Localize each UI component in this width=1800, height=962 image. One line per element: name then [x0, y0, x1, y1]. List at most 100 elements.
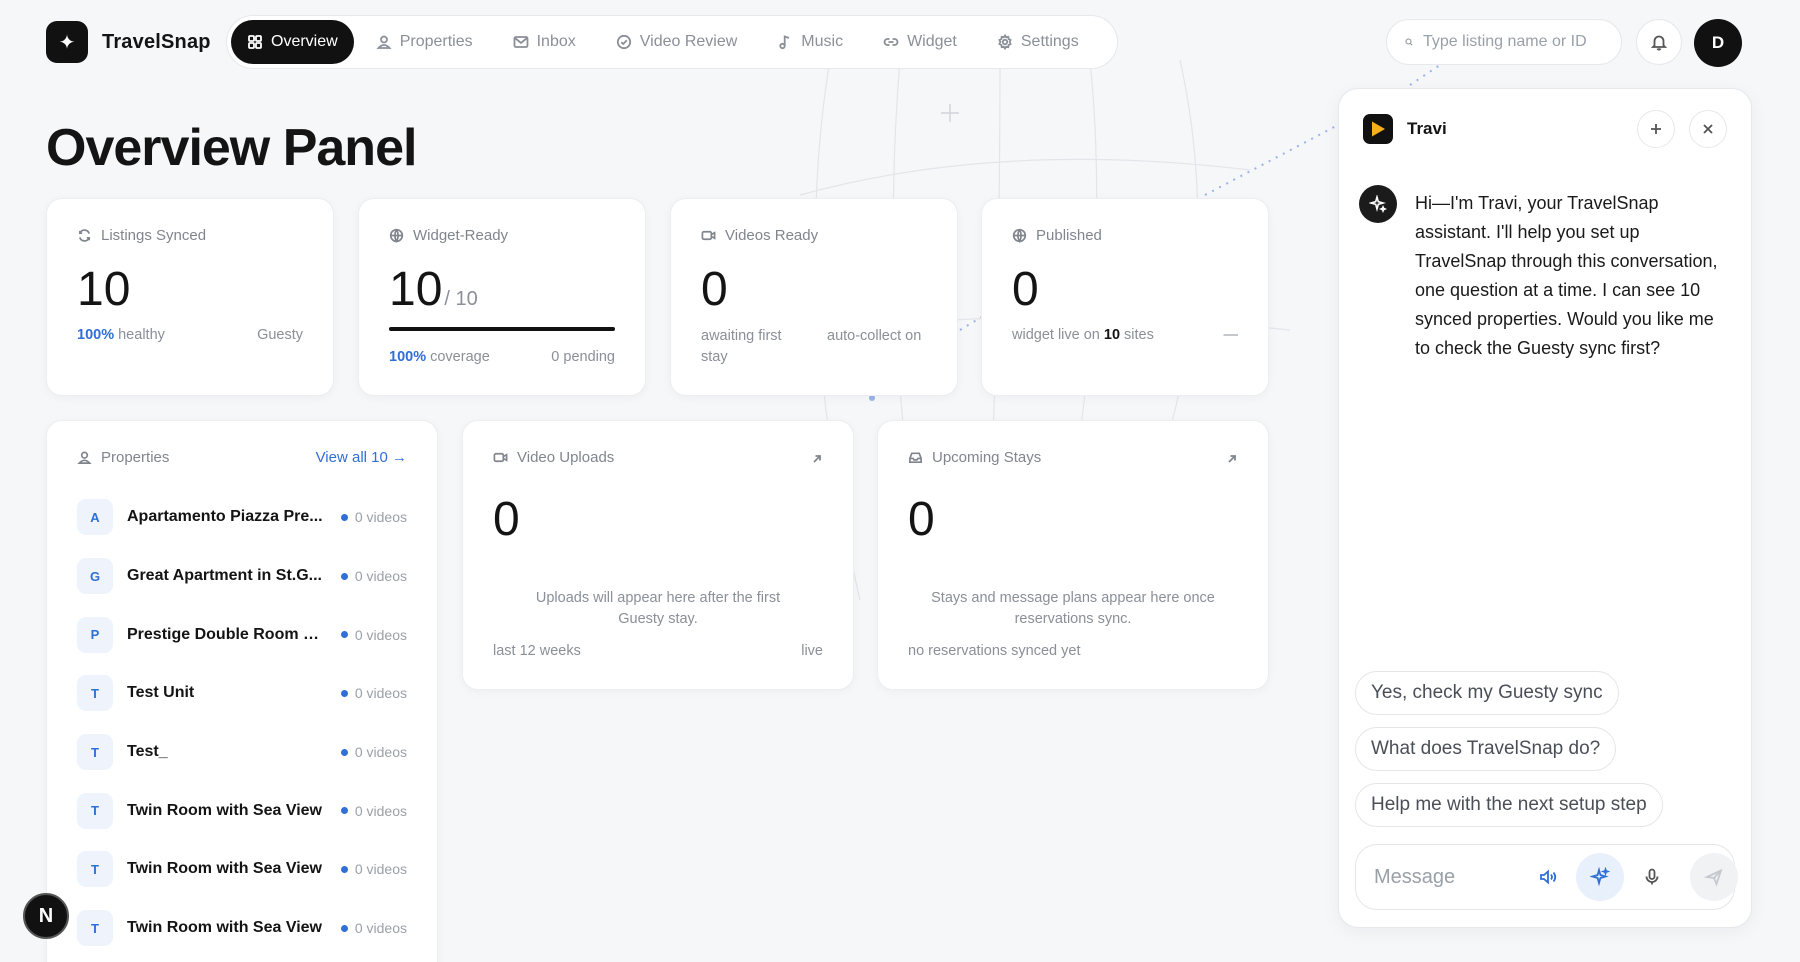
- status-dot: [340, 924, 348, 932]
- property-list: A Apartamento Piazza Pre... 0 videos G Great…: [77, 488, 407, 958]
- property-initial: T: [77, 675, 113, 712]
- new-chat-button[interactable]: [1637, 110, 1675, 148]
- tab-label: Properties: [399, 33, 473, 50]
- health-percent: 100%: [77, 326, 115, 343]
- status-dot: [340, 689, 348, 697]
- page-title: Overview Panel: [46, 119, 417, 177]
- microphone-button[interactable]: [1628, 853, 1676, 901]
- upcoming-stays-card: Upcoming Stays 0 Stays and message plans…: [877, 420, 1269, 690]
- notifications-button[interactable]: [1636, 19, 1682, 65]
- gear-icon: [998, 34, 1012, 50]
- status-dot: [340, 865, 348, 873]
- avatar[interactable]: D: [1694, 19, 1742, 67]
- sync-source: Guesty: [257, 326, 303, 343]
- auto-collect-status: auto-collect on: [827, 328, 922, 345]
- grid-icon: [248, 35, 262, 49]
- time-range: last 12 weeks: [493, 643, 581, 659]
- stat-footer: awaiting first stay auto-collect on: [701, 326, 927, 367]
- close-chat-button[interactable]: [1689, 110, 1727, 148]
- microphone-icon: [1645, 868, 1659, 885]
- arrow-up-right-icon[interactable]: [811, 453, 823, 465]
- video-count: 0 videos: [340, 861, 407, 877]
- widget-ready-count: 10/ 10: [389, 263, 478, 316]
- message-composer: [1355, 844, 1738, 910]
- property-row[interactable]: G Great Apartment in St.G... 0 videos: [77, 547, 407, 606]
- chat-header: Travi: [1363, 107, 1727, 151]
- bell-icon: [1650, 35, 1668, 51]
- corner-badge[interactable]: N: [23, 893, 69, 939]
- card-label: Widget-Ready: [389, 227, 615, 244]
- stat-footer: 100% healthy Guesty: [77, 325, 303, 345]
- live-status: live: [801, 643, 823, 659]
- property-initial: T: [77, 851, 113, 888]
- videos-ready-count: 0: [701, 263, 728, 316]
- property-row[interactable]: T Twin Room with Sea View 0 videos: [77, 899, 407, 958]
- search-input[interactable]: [1423, 33, 1603, 51]
- speaker-button[interactable]: [1524, 853, 1572, 901]
- play-logo-icon: [1363, 114, 1393, 144]
- property-initial: T: [77, 792, 113, 829]
- coverage-percent: 100%: [389, 348, 427, 365]
- status-dot: [340, 631, 348, 639]
- tab-widget[interactable]: Widget: [865, 20, 975, 64]
- view-all-link[interactable]: View all 10 →: [316, 449, 407, 466]
- send-button[interactable]: [1690, 853, 1738, 901]
- brand-name: TravelSnap: [102, 30, 211, 53]
- chat-actions: [1637, 110, 1727, 148]
- property-row[interactable]: T Test_ 0 videos: [77, 723, 407, 782]
- card-header: Properties View all 10 →: [77, 449, 407, 466]
- card-footer: no reservations synced yet: [908, 643, 1238, 659]
- main-nav: Overview Properties Inbox Video Review M…: [226, 15, 1118, 69]
- tab-properties[interactable]: Properties: [358, 20, 491, 64]
- property-initial: G: [77, 558, 113, 595]
- property-row[interactable]: A Apartamento Piazza Pre... 0 videos: [77, 488, 407, 547]
- sparkle-icon: [1359, 185, 1397, 223]
- stat-footer: 100% coverage 0 pending: [389, 347, 615, 367]
- user-icon: [77, 451, 92, 464]
- card-label: Properties: [77, 449, 169, 466]
- tab-overview[interactable]: Overview: [231, 20, 354, 64]
- arrow-up-right-icon[interactable]: [1226, 453, 1238, 465]
- card-label: Videos Ready: [701, 227, 927, 244]
- globe-icon: [389, 228, 404, 243]
- sparkle-icon: ✦: [46, 21, 88, 63]
- property-row[interactable]: T Twin Room with Sea View 0 videos: [77, 840, 407, 899]
- stays-count: 0: [908, 493, 935, 546]
- card-label: Upcoming Stays: [908, 449, 1238, 466]
- property-row[interactable]: T Test Unit 0 videos: [77, 664, 407, 723]
- video-count: 0 videos: [340, 803, 407, 819]
- search-icon: [1405, 38, 1413, 46]
- user-icon: [376, 35, 392, 49]
- tab-video-review[interactable]: Video Review: [598, 20, 756, 64]
- stat-footer: widget live on 10 sites —: [1012, 325, 1238, 345]
- property-row[interactable]: P Prestige Double Room w... 0 videos: [77, 605, 407, 664]
- property-row[interactable]: T Twin Room with Sea View 0 videos: [77, 781, 407, 840]
- reservations-status: no reservations synced yet: [908, 643, 1081, 659]
- globe-icon: [1012, 228, 1027, 243]
- brand[interactable]: ✦ TravelSnap: [46, 21, 211, 63]
- video-camera-icon: [701, 230, 716, 241]
- tab-music[interactable]: Music: [759, 20, 861, 64]
- video-count: 0 videos: [340, 744, 407, 760]
- tab-label: Inbox: [536, 33, 576, 50]
- tab-settings[interactable]: Settings: [979, 20, 1097, 64]
- message-input[interactable]: [1374, 865, 1524, 889]
- status-dot: [340, 807, 348, 815]
- video-count: 0 videos: [340, 568, 407, 584]
- tab-label: Overview: [271, 33, 338, 50]
- dash: —: [1223, 326, 1239, 343]
- property-name: Twin Room with Sea View: [127, 919, 322, 937]
- pending-count: 0 pending: [551, 348, 615, 365]
- property-name: Twin Room with Sea View: [127, 801, 322, 819]
- suggestion-chip[interactable]: Help me with the next setup step: [1355, 783, 1663, 827]
- listings-count: 10: [77, 263, 131, 316]
- empty-state-message: Uploads will appear here after the first…: [535, 590, 781, 628]
- ai-sparkle-button[interactable]: [1576, 853, 1624, 901]
- assistant-message: Hi—I'm Travi, your TravelSnap assistant.…: [1359, 185, 1731, 363]
- sparkle-icon: [1590, 867, 1610, 887]
- suggestion-chip[interactable]: What does TravelSnap do?: [1355, 727, 1617, 771]
- suggestion-chip[interactable]: Yes, check my Guesty sync: [1355, 671, 1619, 715]
- tab-inbox[interactable]: Inbox: [495, 20, 594, 64]
- status-dot: [340, 748, 348, 756]
- search-box: [1386, 19, 1622, 65]
